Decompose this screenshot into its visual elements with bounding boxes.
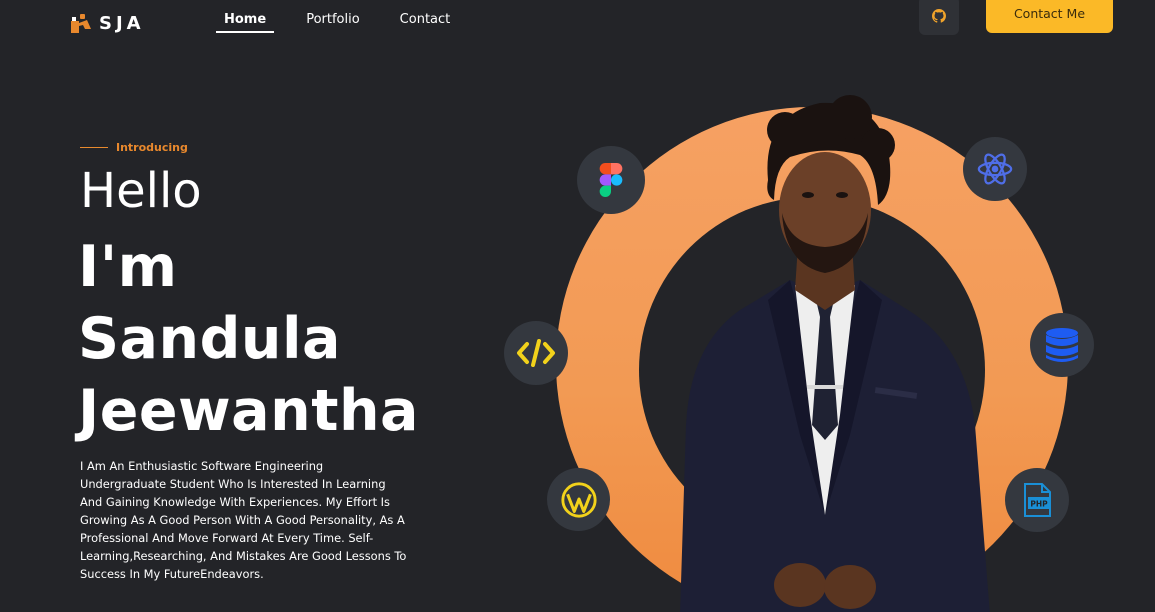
intro-text: Introducing	[116, 141, 188, 154]
github-button[interactable]	[919, 0, 959, 35]
contact-me-button[interactable]: Contact Me	[986, 0, 1113, 33]
figma-badge	[577, 146, 645, 214]
react-badge	[963, 137, 1027, 201]
nav-portfolio[interactable]: Portfolio	[298, 12, 367, 33]
bio-paragraph: I Am An Enthusiastic Software Engineerin…	[80, 459, 407, 581]
database-badge	[1030, 313, 1094, 377]
nav-contact[interactable]: Contact	[392, 12, 459, 33]
logo[interactable]: SJA	[70, 8, 145, 38]
main-nav: Home Portfolio Contact	[216, 12, 482, 33]
wordpress-icon	[560, 481, 597, 518]
greeting: Hello	[80, 163, 202, 219]
php-badge: PHP	[1005, 468, 1069, 532]
nav-home[interactable]: Home	[216, 12, 275, 33]
react-icon	[977, 153, 1013, 185]
logo-text: SJA	[99, 12, 145, 34]
first-name: Sandula	[78, 306, 341, 372]
im-text: I'm	[78, 234, 178, 300]
php-icon: PHP	[1024, 483, 1051, 517]
code-badge	[504, 321, 568, 385]
svg-text:PHP: PHP	[1030, 500, 1048, 509]
last-name: Jeewantha	[78, 378, 420, 444]
introducing-label: Introducing	[80, 141, 188, 154]
figma-icon	[599, 163, 623, 197]
profile-portrait	[680, 95, 990, 612]
github-icon	[932, 8, 946, 23]
intro-divider	[80, 147, 108, 148]
database-icon	[1046, 328, 1078, 362]
wordpress-badge	[547, 468, 610, 531]
code-icon	[517, 339, 555, 367]
logo-mark-icon	[71, 14, 91, 33]
